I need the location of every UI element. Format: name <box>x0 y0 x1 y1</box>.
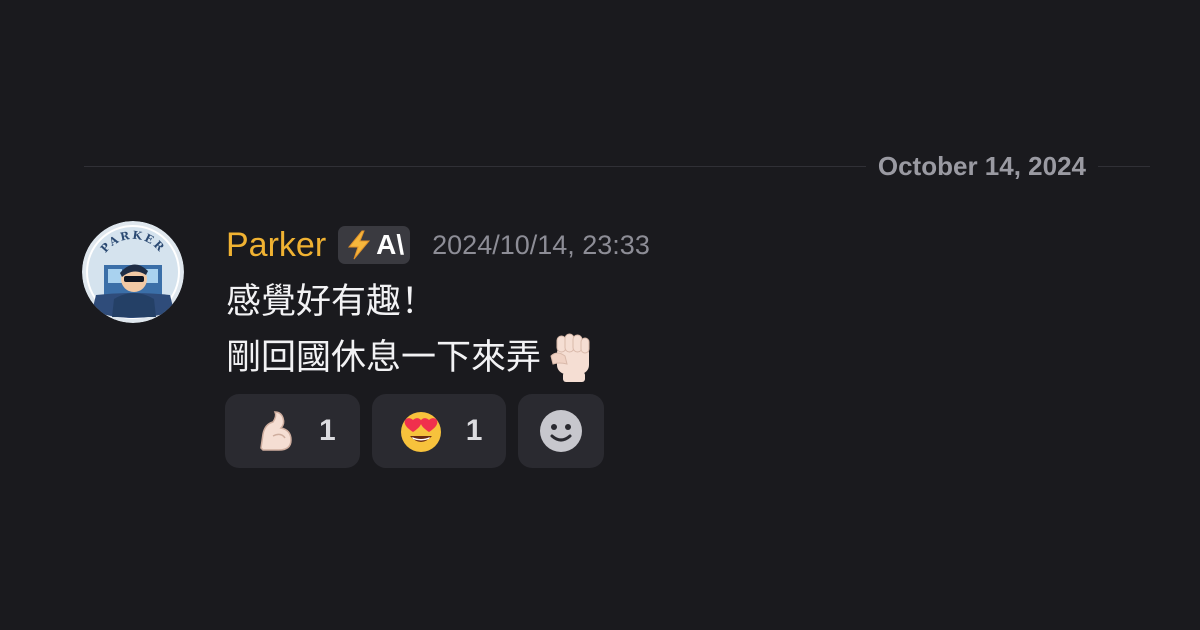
date-divider: October 14, 2024 <box>84 148 1150 184</box>
chat-view: October 14, 2024 PARKER Parker A\ 2024/1… <box>0 0 1200 630</box>
avatar-parker-logo: PARKER <box>82 221 184 323</box>
reaction-flexed-biceps[interactable]: 1 <box>225 394 360 468</box>
reaction-count: 1 <box>319 414 336 447</box>
add-reaction-button[interactable] <box>518 394 605 468</box>
message-header: Parker A\ 2024/10/14, 23:33 <box>226 222 1126 268</box>
message-line: 感覺好有趣！ <box>226 274 1126 330</box>
author-name[interactable]: Parker <box>226 226 326 265</box>
add-reaction-icon <box>540 410 583 452</box>
message: Parker A\ 2024/10/14, 23:33 感覺好有趣！ 剛回國休息… <box>226 222 1126 386</box>
message-text: 感覺好有趣！ <box>226 282 437 321</box>
avatar[interactable]: PARKER <box>82 221 184 323</box>
raised-fist-icon <box>550 333 590 382</box>
flexed-biceps-icon <box>260 411 292 451</box>
lightning-bolt-icon <box>348 230 371 260</box>
role-badge[interactable]: A\ <box>338 226 411 264</box>
message-line: 剛回國休息一下來弄 <box>226 330 1126 386</box>
badge-text: A\ <box>376 229 405 260</box>
heart-eyes-icon <box>400 412 441 452</box>
divider-line-right <box>1098 165 1150 167</box>
date-divider-label: October 14, 2024 <box>877 150 1086 181</box>
reaction-heart-eyes[interactable]: 1 <box>371 394 507 468</box>
reaction-count: 1 <box>465 414 483 447</box>
reactions-bar: 1 1 <box>225 394 605 468</box>
message-text: 剛回國休息一下來弄 <box>226 338 542 377</box>
divider-line-left <box>84 165 866 167</box>
message-timestamp: 2024/10/14, 23:33 <box>432 229 650 260</box>
message-content: 感覺好有趣！ 剛回國休息一下來弄 <box>226 274 1126 386</box>
